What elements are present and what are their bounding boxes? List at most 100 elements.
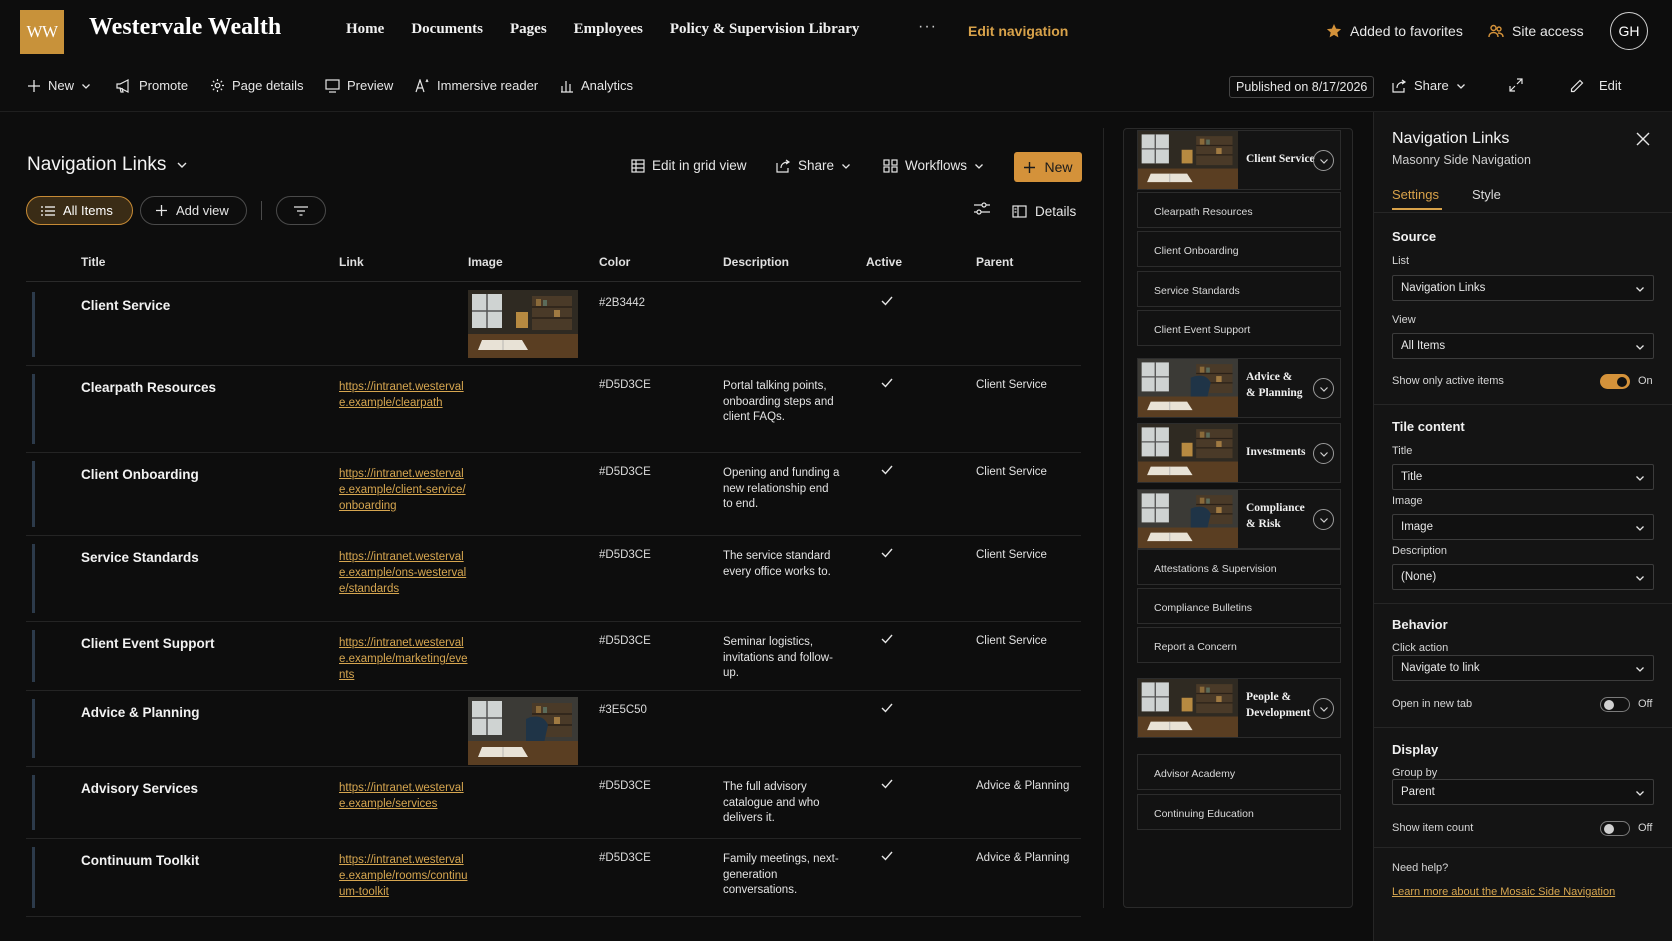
tab-settings[interactable]: Settings	[1392, 187, 1439, 202]
expand-button[interactable]	[1509, 78, 1523, 92]
table-row[interactable]: Client Onboarding https://intranet.wester…	[26, 453, 1081, 536]
row-link[interactable]: https://intranet.westervale.example/clie…	[339, 466, 469, 514]
nav-pages[interactable]: Pages	[510, 21, 547, 38]
row-link[interactable]: https://intranet.westervale.example/serv…	[339, 780, 469, 812]
list-dropdown[interactable]: Navigation Links	[1392, 275, 1654, 301]
nav-policy-library[interactable]: Policy & Supervision Library	[670, 21, 860, 38]
item-count-toggle[interactable]	[1600, 821, 1630, 836]
edit-page-button[interactable]: Edit	[1570, 78, 1621, 93]
table-row[interactable]: Client Service #2B3442	[26, 284, 1081, 366]
row-indicator	[32, 699, 35, 758]
row-link[interactable]: https://intranet.westervale.example/clea…	[339, 379, 469, 411]
preview-tile[interactable]: People & Development	[1137, 678, 1341, 738]
workflows-button[interactable]: Workflows	[883, 158, 984, 173]
image-field-dropdown[interactable]: Image	[1392, 514, 1654, 540]
click-action-dropdown[interactable]: Navigate to link	[1392, 655, 1654, 681]
view-options-button[interactable]	[974, 202, 990, 216]
row-title[interactable]: Client Service	[81, 298, 170, 313]
col-image[interactable]: Image	[468, 255, 503, 269]
new-item-button[interactable]: New	[1014, 152, 1082, 182]
nav-links: Home Documents Pages Employees Policy & …	[346, 21, 859, 38]
row-title[interactable]: Client Event Support	[81, 636, 215, 651]
page-details-button[interactable]: Page details	[210, 78, 304, 93]
col-description[interactable]: Description	[723, 255, 789, 269]
list-title[interactable]: Navigation Links	[27, 154, 188, 176]
nav-home[interactable]: Home	[346, 21, 384, 38]
row-title[interactable]: Clearpath Resources	[81, 380, 216, 395]
row-title[interactable]: Advice & Planning	[81, 705, 200, 720]
preview-child-link[interactable]: Continuing Education	[1137, 794, 1341, 830]
site-access-button[interactable]: Site access	[1488, 23, 1584, 39]
preview-tile[interactable]: Compliance & Risk	[1137, 489, 1341, 549]
expand-icon[interactable]	[1313, 443, 1334, 464]
close-panel-button[interactable]	[1636, 132, 1650, 146]
site-title[interactable]: Westervale Wealth	[89, 14, 281, 41]
nav-employees[interactable]: Employees	[574, 21, 643, 38]
chevron-down-icon	[1636, 576, 1644, 581]
table-row[interactable]: Service Standards https://intranet.wester…	[26, 536, 1081, 622]
immersive-reader-button[interactable]: Immersive reader	[415, 78, 538, 93]
row-title[interactable]: Service Standards	[81, 550, 199, 565]
col-color[interactable]: Color	[599, 255, 630, 269]
table-row[interactable]: Advisory Services https://intranet.wester…	[26, 767, 1081, 839]
nav-documents[interactable]: Documents	[411, 21, 483, 38]
site-logo[interactable]: WW	[20, 10, 64, 54]
help-link[interactable]: Learn more about the Mosaic Side Navigat…	[1392, 886, 1615, 898]
preview-child-link[interactable]: Clearpath Resources	[1137, 192, 1341, 228]
details-button[interactable]: Details	[1012, 204, 1076, 219]
new-menu-button[interactable]: New	[27, 78, 91, 93]
active-only-toggle[interactable]	[1600, 374, 1630, 389]
tile-title-line: Development	[1246, 707, 1311, 719]
expand-icon[interactable]	[1313, 150, 1334, 171]
view-all-items[interactable]: All Items	[26, 196, 133, 225]
col-title[interactable]: Title	[81, 255, 105, 269]
expand-icon[interactable]	[1313, 509, 1334, 530]
title-field-dropdown[interactable]: Title	[1392, 464, 1654, 490]
nav-more-button[interactable]: ···	[918, 18, 937, 36]
preview-child-link[interactable]: Report a Concern	[1137, 627, 1341, 663]
promote-button[interactable]: Promote	[116, 78, 188, 93]
row-indicator	[32, 461, 35, 527]
col-parent[interactable]: Parent	[976, 255, 1013, 269]
group-by-value: Parent	[1401, 786, 1435, 798]
table-row[interactable]: Clearpath Resources https://intranet.west…	[26, 366, 1081, 453]
preview-child-link[interactable]: Attestations & Supervision	[1137, 549, 1341, 585]
add-view-button[interactable]: Add view	[140, 196, 247, 225]
expand-icon[interactable]	[1313, 698, 1334, 719]
preview-child-link[interactable]: Client Event Support	[1137, 310, 1341, 346]
edit-navigation-link[interactable]: Edit navigation	[968, 23, 1068, 39]
tab-style[interactable]: Style	[1472, 187, 1501, 202]
group-by-dropdown[interactable]: Parent	[1392, 779, 1654, 805]
preview-tile[interactable]: Investments	[1137, 423, 1341, 483]
table-row[interactable]: Advice & Planning #3E5C50	[26, 691, 1081, 767]
view-dropdown[interactable]: All Items	[1392, 333, 1654, 359]
col-link[interactable]: Link	[339, 255, 364, 269]
preview-button[interactable]: Preview	[325, 78, 393, 93]
table-row[interactable]: Continuum Toolkit https://intranet.wester…	[26, 839, 1081, 917]
preview-child-link[interactable]: Advisor Academy	[1137, 754, 1341, 790]
preview-child-link[interactable]: Service Standards	[1137, 271, 1341, 307]
share-list-button[interactable]: Share	[776, 158, 851, 173]
preview-tile[interactable]: Advice & & Planning	[1137, 358, 1341, 418]
edit-grid-button[interactable]: Edit in grid view	[631, 158, 747, 173]
table-row[interactable]: Client Event Support https://intranet.wes…	[26, 622, 1081, 691]
row-indicator	[32, 292, 35, 357]
col-active[interactable]: Active	[866, 255, 902, 269]
preview-child-link[interactable]: Client Onboarding	[1137, 231, 1341, 267]
row-link[interactable]: https://intranet.westervale.example/room…	[339, 852, 469, 900]
analytics-button[interactable]: Analytics	[560, 78, 633, 93]
row-title[interactable]: Continuum Toolkit	[81, 853, 199, 868]
row-link[interactable]: https://intranet.westervale.example/mark…	[339, 635, 469, 683]
new-tab-toggle[interactable]	[1600, 697, 1630, 712]
description-field-dropdown[interactable]: (None)	[1392, 564, 1654, 590]
row-link[interactable]: https://intranet.westervale.example/ons-…	[339, 549, 469, 597]
avatar[interactable]: GH	[1610, 12, 1648, 50]
row-title[interactable]: Advisory Services	[81, 781, 198, 796]
filter-button[interactable]	[276, 196, 326, 225]
preview-tile[interactable]: Client Service	[1137, 130, 1341, 190]
expand-icon[interactable]	[1313, 378, 1334, 399]
share-page-button[interactable]: Share	[1392, 78, 1466, 93]
row-title[interactable]: Client Onboarding	[81, 467, 199, 482]
preview-child-link[interactable]: Compliance Bulletins	[1137, 588, 1341, 624]
favorites-button[interactable]: Added to favorites	[1326, 23, 1463, 39]
